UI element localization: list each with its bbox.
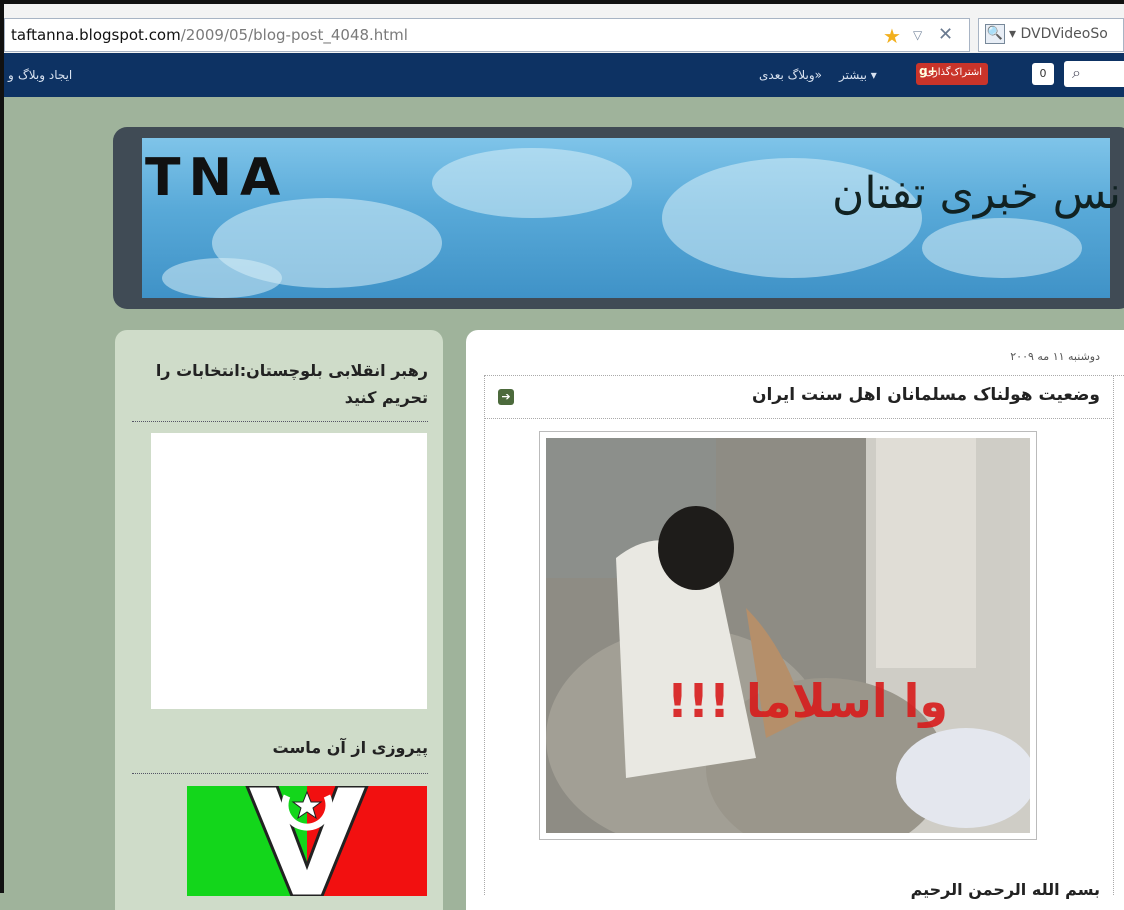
post-body-start: بسم الله الرحمن الرحیم [910,880,1100,899]
more-menu[interactable]: بیشتر ▾ [839,68,877,82]
url-path: /2009/05/blog-post_4048.html [180,26,408,44]
post-image[interactable] [546,438,1030,833]
share-count: 0 [1032,63,1054,85]
blogger-navbar: و ایجاد وبلاگ وبلاگ بعدی» بیشتر ▾ g+ اشت… [4,53,1124,97]
create-blog-link[interactable]: ایجاد وبلاگ [18,68,72,82]
sidebar-widget-title-2: پیروزی از آن ماست [272,738,428,757]
stop-icon[interactable]: ✕ [938,24,953,45]
sidebar-flag-image[interactable] [187,786,427,896]
share-label: اشتراک‌گذاری [925,67,982,78]
image-overlay-text: وا اسلاما !!! [667,674,949,728]
post-title[interactable]: وضعیت هولناک مسلمانان اهل سنت ایران [520,385,1100,405]
browser-toolbar: taftanna.blogspot.com/2009/05/blog-post_… [4,4,1124,53]
url-text: taftanna.blogspot.com/2009/05/blog-post_… [11,26,408,44]
search-icon: ⌕ [1072,63,1081,82]
navbar-search[interactable]: ⌕ [1064,61,1124,87]
next-blog-link[interactable]: وبلاگ بعدی» [759,68,822,82]
url-dropdown-icon[interactable]: ▽ [913,28,922,42]
post-link-arrow-icon[interactable]: ➔ [498,389,514,405]
post-date: دوشنبه ۱۱ مه ۲۰۰۹ [1010,350,1100,363]
divider [132,421,428,422]
search-engine-icon[interactable]: 🔍 [985,24,1005,44]
browser-search-box[interactable]: 🔍 ▾ DVDVideoSo [978,18,1124,52]
navbar-extra-link[interactable]: و [8,68,14,82]
share-button[interactable]: g+ اشتراک‌گذاری [916,63,988,85]
divider [132,773,428,774]
divider [484,418,1112,419]
sidebar-widget-image [151,433,427,709]
bookmark-star-icon[interactable]: ★ [883,24,901,48]
blog-logo: TNA [145,148,289,208]
search-engine-name: ▾ DVDVideoSo [1009,26,1108,42]
address-bar[interactable]: taftanna.blogspot.com/2009/05/blog-post_… [4,18,970,52]
agency-name: آژانس خبری تفتان [832,168,1124,219]
url-host: taftanna.blogspot.com [11,26,181,44]
sidebar-widget-title: رهبر انقلابی بلوچستان:انتخابات را تحریم … [155,361,428,407]
